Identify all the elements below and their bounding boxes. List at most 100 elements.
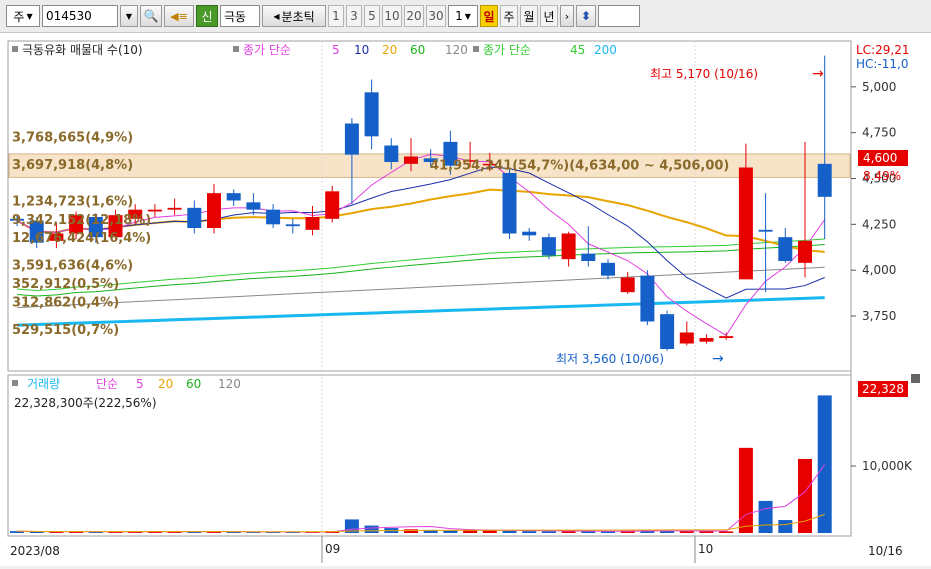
- candle-body: [404, 156, 418, 164]
- volume-tick-label: 10,000K: [862, 459, 913, 473]
- legend-marker-icon: [12, 380, 18, 386]
- volume-bar: [561, 531, 576, 533]
- sort-button[interactable]: ⬍: [576, 5, 596, 27]
- volume-profile-label: 3,768,665(4,9%): [12, 130, 133, 145]
- speaker-icon: ◀≡: [170, 9, 188, 23]
- candle-body: [758, 229, 773, 232]
- volume-profile-label: 352,912(0,5%): [12, 277, 119, 292]
- stock-code-input[interactable]: 014530: [42, 5, 118, 27]
- minute-1-button[interactable]: 1: [328, 5, 344, 27]
- candle-body: [699, 338, 714, 342]
- market-select[interactable]: 주 ▼: [6, 5, 40, 27]
- candle-body: [246, 202, 261, 210]
- volume-bar: [522, 531, 537, 533]
- ma45-legend: 45: [570, 43, 585, 57]
- ma-legend-title: 종가 단순: [243, 43, 291, 57]
- candle-body: [502, 173, 517, 234]
- legend-marker-icon: [233, 46, 239, 52]
- candle-body: [364, 92, 379, 137]
- candle-body: [581, 253, 596, 261]
- volume-profile-label: 3,697,918(4,8%): [12, 158, 133, 173]
- candle-body: [817, 163, 832, 197]
- x-axis-label-date: 10/16: [868, 544, 903, 558]
- candle-body: [167, 207, 182, 210]
- y-tick-label: 3,750: [862, 309, 896, 323]
- vol-ma60-legend: 60: [186, 377, 201, 391]
- candle-body: [620, 277, 635, 293]
- volume-profile-label: 529,515(0,7%): [12, 323, 119, 338]
- candle-body: [325, 191, 340, 219]
- candle-body: [660, 314, 675, 349]
- candle-body: [305, 217, 320, 230]
- volume-right-value: 22,328: [862, 382, 904, 396]
- next-button[interactable]: ›: [560, 5, 574, 27]
- current-price: 4,600: [863, 151, 897, 165]
- unit-day-button[interactable]: 일: [480, 5, 498, 27]
- ma120-legend: 120: [445, 43, 468, 57]
- candle-body: [719, 336, 734, 338]
- high-annotation: 최고 5,170 (10/16): [650, 67, 758, 81]
- volume-bar: [778, 520, 793, 533]
- volume-profile-label: 3,591,636(4,6%): [12, 259, 133, 274]
- volume-bar: [482, 530, 497, 533]
- y-tick-label: 4,750: [862, 126, 896, 140]
- volume-profile-label: 12,676,424(16,4%): [12, 231, 151, 246]
- legend-marker-icon: [473, 46, 479, 52]
- volume-legend-title: 거래량: [27, 377, 60, 391]
- candle-body: [285, 224, 300, 227]
- candle-body: [601, 262, 615, 276]
- volume-bar: [404, 529, 418, 533]
- y-tick-label: 5,000: [862, 80, 896, 94]
- ma60-legend: 60: [410, 43, 425, 57]
- candle-body: [679, 332, 694, 344]
- ma20-legend: 20: [382, 43, 397, 57]
- candle-body: [778, 237, 793, 261]
- candle-body: [226, 193, 241, 201]
- chart-area: 3,768,665(4,9%) 3,697,918(4,8%) 41,954,241…: [0, 33, 931, 566]
- volume-bar: [738, 447, 753, 533]
- close-icon[interactable]: [911, 374, 920, 383]
- search-icon: 🔍: [143, 9, 159, 23]
- volume-bar: [719, 531, 734, 533]
- new-stock-badge[interactable]: 신: [196, 5, 218, 27]
- chart-svg: 3,768,665(4,9%) 3,697,918(4,8%) 41,954,241…: [7, 40, 931, 563]
- unit-month-button[interactable]: 월: [520, 5, 538, 27]
- minute-3-button[interactable]: 3: [346, 5, 362, 27]
- candle-body: [344, 123, 359, 155]
- code-dropdown-button[interactable]: ▼: [120, 5, 138, 27]
- low-annotation: 최저 3,560 (10/06): [556, 352, 664, 366]
- candle-body: [561, 233, 576, 260]
- ma5-legend: 5: [332, 43, 340, 57]
- x-axis-label-sep: 09: [325, 542, 340, 556]
- speaker-button[interactable]: ◀≡: [164, 5, 194, 27]
- candle-body: [738, 167, 753, 280]
- hc-label: HC:-11,0: [856, 57, 909, 71]
- arrow-right-icon: →: [712, 351, 724, 367]
- minute-20-button[interactable]: 20: [404, 5, 424, 27]
- volume-bar: [443, 530, 458, 533]
- x-axis-label-oct: 10: [698, 542, 713, 556]
- search-button[interactable]: 🔍: [140, 5, 162, 27]
- candle-body: [147, 209, 162, 212]
- candle-body: [798, 240, 812, 263]
- minute-10-button[interactable]: 10: [382, 5, 402, 27]
- period-nav-button[interactable]: ◀ 분초틱: [262, 5, 326, 27]
- candle-body: [266, 209, 281, 225]
- volume-bar: [817, 395, 832, 533]
- ma200-legend: 200: [594, 43, 617, 57]
- stock-name-field[interactable]: 극동: [220, 5, 260, 27]
- minute-5-button[interactable]: 5: [364, 5, 380, 27]
- volume-bar: [541, 531, 556, 533]
- up-down-arrow-icon: ⬍: [580, 9, 592, 23]
- candle-body: [522, 231, 537, 236]
- vol-ma5-legend: 5: [136, 377, 144, 391]
- ma10-legend: 10: [354, 43, 369, 57]
- candle-body: [640, 275, 655, 322]
- unit-year-button[interactable]: 년: [540, 5, 558, 27]
- unit-week-button[interactable]: 주: [500, 5, 518, 27]
- minute-30-button[interactable]: 30: [426, 5, 446, 27]
- volume-profile-label: 1,234,723(1,6%): [12, 194, 133, 209]
- vol-ma20-legend: 20: [158, 377, 173, 391]
- extra-input[interactable]: [598, 5, 640, 27]
- count-select[interactable]: 1 ▼: [448, 5, 478, 27]
